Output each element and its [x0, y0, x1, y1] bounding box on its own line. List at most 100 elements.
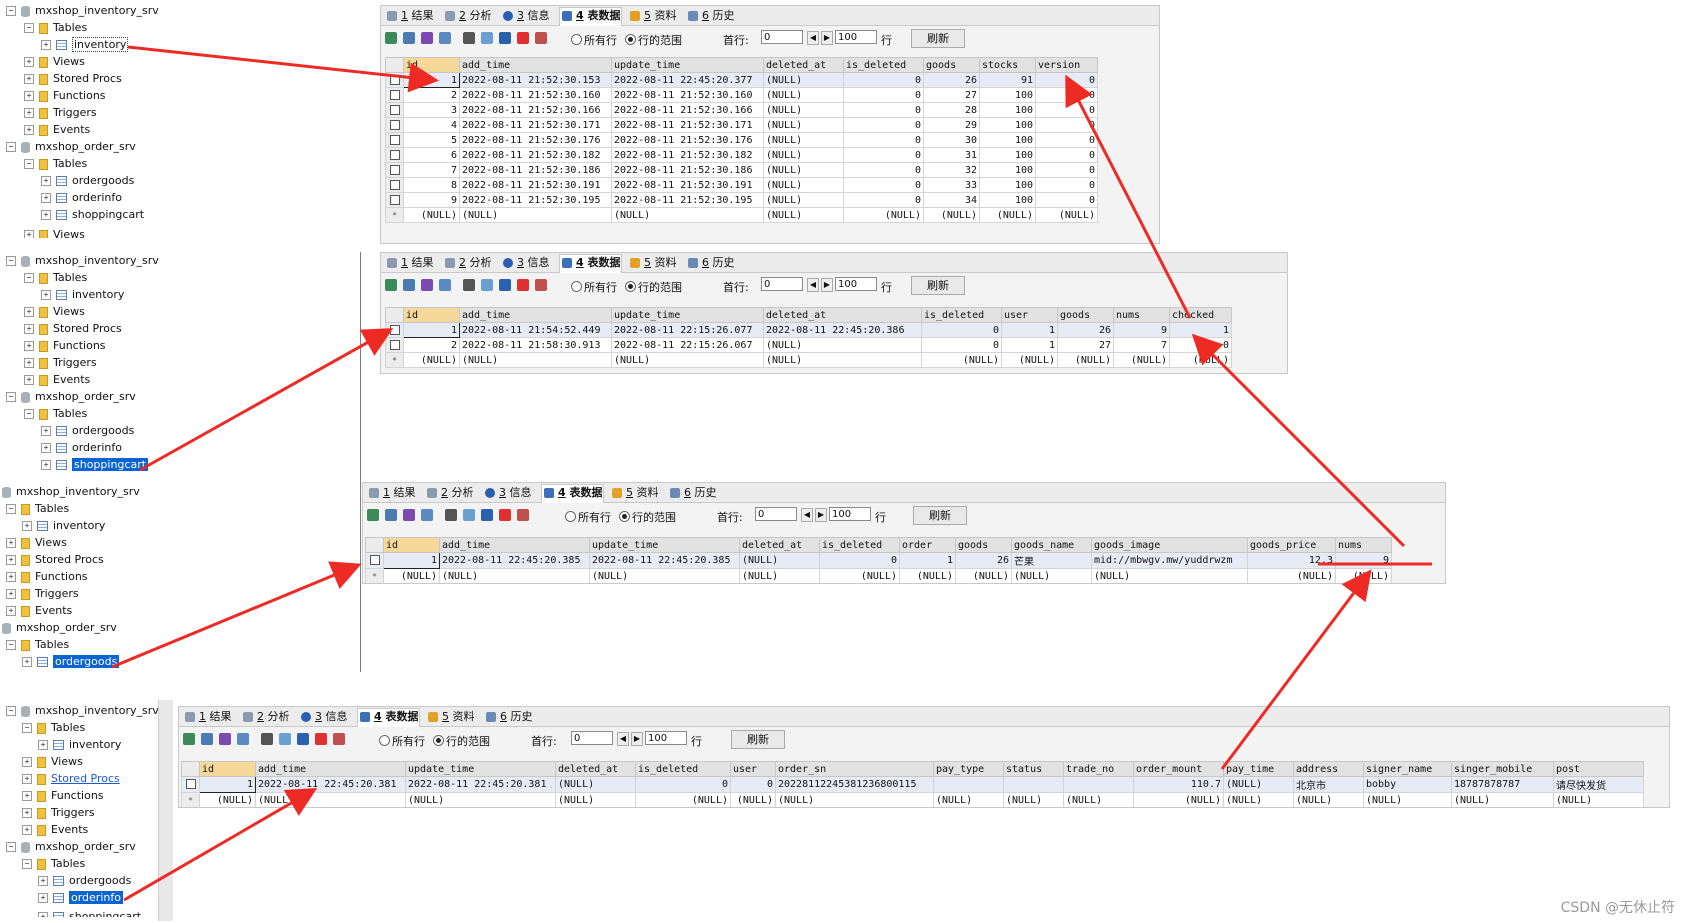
- table-cell[interactable]: 2022-08-11 22:45:20.377: [611, 72, 764, 88]
- table-cell[interactable]: (NULL): [459, 352, 612, 368]
- column-header[interactable]: deleted_at: [739, 537, 820, 553]
- table-cell[interactable]: (NULL): [933, 792, 1004, 807]
- row-checkbox[interactable]: [385, 192, 404, 208]
- save-changes-icon[interactable]: [499, 32, 511, 44]
- tab-history[interactable]: 6 历史: [484, 709, 533, 725]
- table-cell[interactable]: 33: [923, 177, 980, 193]
- delete-icon[interactable]: [517, 32, 529, 44]
- tab-results[interactable]: 1 结果: [183, 709, 232, 725]
- table-cell[interactable]: 1: [1001, 322, 1058, 338]
- table-cell[interactable]: 27: [1057, 337, 1114, 353]
- tab-info-chart[interactable]: 5 资料: [628, 8, 677, 24]
- table-cell[interactable]: 100: [979, 147, 1036, 163]
- column-header[interactable]: update_time: [405, 761, 556, 777]
- tree-table-orderinfo[interactable]: + orderinfo: [38, 889, 123, 906]
- tab-table-data[interactable]: 4 表数据: [559, 7, 622, 26]
- table-cell[interactable]: 0: [1035, 87, 1098, 103]
- tree-procs-node[interactable]: + Stored Procs: [24, 320, 122, 337]
- insert-row-icon[interactable]: [183, 733, 195, 745]
- table-cell[interactable]: (NULL): [1223, 776, 1294, 793]
- table-cell[interactable]: (NULL): [1363, 792, 1452, 807]
- row-checkbox[interactable]: [385, 177, 404, 193]
- row-count-input[interactable]: 100: [835, 277, 877, 291]
- table-cell[interactable]: 0: [1035, 72, 1098, 88]
- row-checkbox[interactable]: [385, 72, 404, 88]
- table-cell[interactable]: 26: [955, 552, 1012, 569]
- column-header[interactable]: version: [1035, 57, 1098, 73]
- all-rows-radio[interactable]: 所有行: [571, 32, 617, 48]
- table-cell[interactable]: mid://mbwgv.mw/yuddrwzm: [1091, 552, 1248, 569]
- refresh-grid-icon[interactable]: [279, 733, 291, 745]
- tree-triggers-node[interactable]: + Triggers: [6, 585, 79, 602]
- prev-page-button[interactable]: ◀: [807, 278, 819, 292]
- table-row[interactable]: 1 2022-08-11 22:45:20.381 2022-08-11 22:45…: [181, 776, 1644, 793]
- column-header[interactable]: is_deleted: [635, 761, 731, 777]
- column-header[interactable]: goods: [1057, 307, 1114, 323]
- filter-icon[interactable]: [445, 509, 457, 521]
- table-cell[interactable]: 32: [923, 162, 980, 178]
- table-cell[interactable]: 91: [979, 72, 1036, 88]
- table-cell[interactable]: 0: [843, 87, 924, 103]
- column-header[interactable]: id: [403, 307, 460, 323]
- table-cell[interactable]: (NULL): [611, 207, 764, 223]
- table-cell[interactable]: 29: [923, 117, 980, 133]
- tree-table-ordergoods[interactable]: + ordergoods: [41, 172, 134, 189]
- table-row[interactable]: 4 2022-08-11 21:52:30.171 2022-08-11 21:52…: [385, 117, 1098, 133]
- tab-info-chart[interactable]: 5 资料: [610, 485, 659, 501]
- tab-results[interactable]: 1 结果: [367, 485, 416, 501]
- table-cell[interactable]: 7: [1113, 337, 1170, 353]
- table-cell[interactable]: 0: [1035, 192, 1098, 208]
- column-header[interactable]: update_time: [611, 57, 764, 73]
- tab-profiler[interactable]: 2 分析: [241, 709, 290, 725]
- column-header[interactable]: deleted_at: [555, 761, 636, 777]
- tree-tables-node[interactable]: − Tables: [24, 19, 87, 36]
- tree-db-node[interactable]: − mxshop_inventory_srv: [6, 702, 159, 719]
- column-header[interactable]: status: [1003, 761, 1064, 777]
- table-cell[interactable]: 12.3: [1247, 552, 1336, 569]
- table-cell[interactable]: (NULL): [1335, 568, 1392, 583]
- delete-icon[interactable]: [517, 279, 529, 291]
- tree-table-orderinfo[interactable]: + orderinfo: [41, 189, 122, 206]
- table-cell[interactable]: (NULL): [921, 352, 1002, 368]
- table-cell[interactable]: (NULL): [403, 207, 460, 223]
- table-row-new[interactable]: * (NULL) (NULL) (NULL) (NULL) (NULL) (NULL) (NU…: [385, 352, 1232, 368]
- table-cell[interactable]: 2022-08-11 21:52:30.176: [459, 132, 612, 148]
- table-cell[interactable]: (NULL): [775, 792, 934, 807]
- table-cell[interactable]: 1: [1001, 337, 1058, 353]
- column-header[interactable]: id: [403, 57, 460, 73]
- table-cell[interactable]: 2: [403, 87, 460, 103]
- column-header[interactable]: update_time: [611, 307, 764, 323]
- table-cell[interactable]: 100: [979, 192, 1036, 208]
- table-cell[interactable]: 0: [843, 117, 924, 133]
- table-cell[interactable]: 26: [1057, 322, 1114, 338]
- table-cell[interactable]: 100: [979, 132, 1036, 148]
- column-header[interactable]: order_mount: [1133, 761, 1224, 777]
- first-row-input[interactable]: 0: [761, 30, 803, 44]
- copy-row-icon[interactable]: [403, 509, 415, 521]
- table-cell[interactable]: (NULL): [555, 792, 636, 807]
- tree-functions-node[interactable]: + Functions: [24, 337, 106, 354]
- tree-scrollbar[interactable]: [158, 700, 173, 921]
- table-cell[interactable]: 2022-08-11 21:52:30.171: [611, 117, 764, 133]
- row-range-radio[interactable]: 行的范围: [625, 279, 682, 295]
- table-row[interactable]: 7 2022-08-11 21:52:30.186 2022-08-11 21:52…: [385, 162, 1098, 178]
- table-cell[interactable]: (NULL): [1063, 792, 1134, 807]
- row-count-input[interactable]: 100: [645, 731, 687, 745]
- table-cell[interactable]: 2022-08-11 21:52:30.186: [459, 162, 612, 178]
- table-cell[interactable]: (NULL): [383, 568, 440, 583]
- column-header[interactable]: deleted_at: [763, 307, 922, 323]
- tree-views-node[interactable]: + Views: [24, 303, 85, 320]
- save-changes-icon[interactable]: [481, 509, 493, 521]
- table-cell[interactable]: 2022-08-11 22:45:20.385: [589, 552, 740, 569]
- table-row-new[interactable]: * (NULL) (NULL) (NULL) (NULL) (NULL) (NULL) (NU…: [385, 207, 1098, 223]
- tree-functions-node[interactable]: + Functions: [6, 568, 88, 585]
- table-cell[interactable]: (NULL): [555, 776, 636, 793]
- column-header[interactable]: pay_type: [933, 761, 1004, 777]
- save-icon[interactable]: [201, 733, 213, 745]
- table-cell[interactable]: 0: [819, 552, 900, 569]
- next-page-button[interactable]: ▶: [631, 732, 643, 746]
- tree-table-ordergoods[interactable]: + ordergoods: [22, 653, 120, 670]
- table-cell[interactable]: 0: [843, 72, 924, 88]
- table-row[interactable]: 8 2022-08-11 21:52:30.191 2022-08-11 21:52…: [385, 177, 1098, 193]
- table-cell[interactable]: 31: [923, 147, 980, 163]
